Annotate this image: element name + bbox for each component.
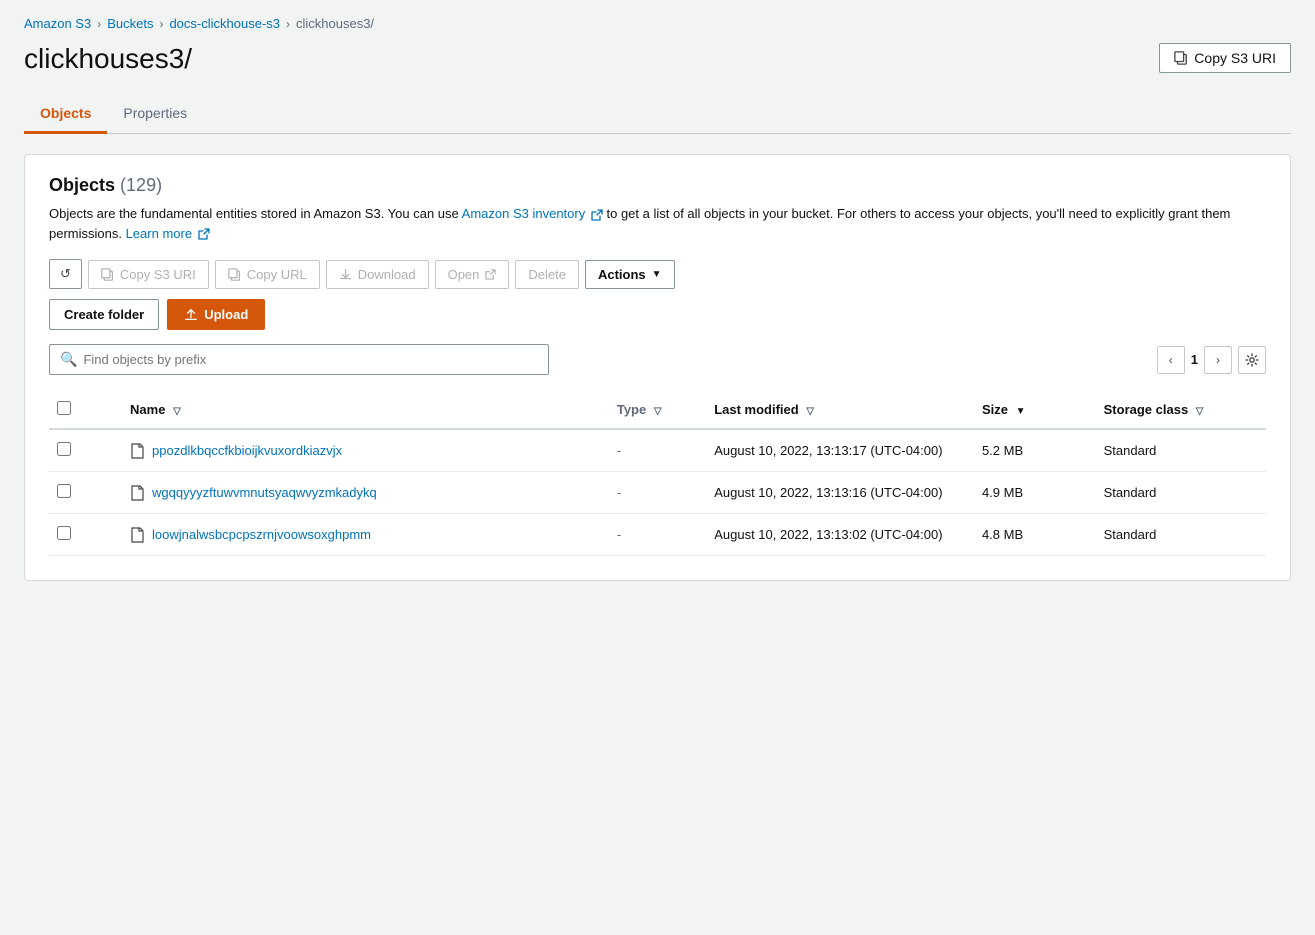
table-settings-button[interactable]	[1238, 346, 1266, 374]
refresh-button[interactable]: ↺	[49, 259, 82, 289]
pagination: ‹ 1 ›	[1157, 346, 1266, 374]
breadcrumb-sep-1: ›	[97, 17, 101, 31]
file-link[interactable]: loowjnalwsbcpcpszrnjvoowsoxghpmm	[152, 527, 371, 542]
name-sort-icon: ▽	[173, 406, 181, 417]
gear-icon	[1245, 353, 1259, 367]
panel-description: Objects are the fundamental entities sto…	[49, 204, 1266, 243]
row-modified-cell: August 10, 2022, 13:13:17 (UTC-04:00)	[706, 429, 974, 472]
select-all-header	[49, 391, 122, 429]
search-row: 🔍 ‹ 1 ›	[49, 344, 1266, 375]
download-button[interactable]: Download	[326, 260, 429, 289]
refresh-icon: ↺	[60, 266, 71, 282]
breadcrumb-buckets[interactable]: Buckets	[107, 16, 153, 31]
pagination-prev-button[interactable]: ‹	[1157, 346, 1185, 374]
search-input[interactable]	[83, 352, 538, 367]
search-icon: 🔍	[60, 351, 77, 368]
row-storage-cell: Standard	[1096, 514, 1266, 556]
row-name-cell: wgqqyyyzftuwvmnutsyaqwvyzmkadykq	[122, 472, 609, 514]
col-header-name[interactable]: Name ▽	[122, 391, 609, 429]
modified-sort-icon: ▽	[806, 406, 814, 417]
create-folder-button[interactable]: Create folder	[49, 299, 159, 330]
breadcrumb-amazon-s3[interactable]: Amazon S3	[24, 16, 91, 31]
col-header-storage[interactable]: Storage class ▽	[1096, 391, 1266, 429]
row-modified-cell: August 10, 2022, 13:13:16 (UTC-04:00)	[706, 472, 974, 514]
copy-s3-uri-button[interactable]: Copy S3 URI	[88, 260, 209, 289]
file-icon	[130, 443, 144, 459]
pagination-page-number: 1	[1191, 352, 1198, 367]
copy-s3-uri-icon	[101, 268, 114, 281]
upload-button[interactable]: Upload	[167, 299, 265, 330]
copy-url-button[interactable]: Copy URL	[215, 260, 320, 289]
row-storage-cell: Standard	[1096, 429, 1266, 472]
objects-table: Name ▽ Type ▽ Last modified ▽ Size ▼	[49, 391, 1266, 556]
table-row: ppozdlkbqccfkbioijkvuxordkiazvjx - Augus…	[49, 429, 1266, 472]
breadcrumb: Amazon S3 › Buckets › docs-clickhouse-s3…	[24, 16, 1291, 31]
toolbar-row1: ↺ Copy S3 URI Copy URL Download Open Del…	[49, 259, 1266, 289]
row-checkbox-cell	[49, 514, 122, 556]
tab-properties[interactable]: Properties	[107, 95, 203, 134]
row-size-cell: 4.9 MB	[974, 472, 1096, 514]
col-header-size[interactable]: Size ▼	[974, 391, 1096, 429]
storage-sort-icon: ▽	[1196, 406, 1204, 417]
col-header-type[interactable]: Type ▽	[609, 391, 706, 429]
panel-title: Objects (129)	[49, 175, 1266, 196]
row-name-cell: loowjnalwsbcpcpszrnjvoowsoxghpmm	[122, 514, 609, 556]
breadcrumb-sep-3: ›	[286, 17, 290, 31]
size-sort-icon: ▼	[1016, 406, 1026, 417]
header-copy-s3-uri-button[interactable]: Copy S3 URI	[1159, 43, 1291, 73]
open-button[interactable]: Open	[435, 260, 510, 289]
row-type-cell: -	[609, 514, 706, 556]
actions-button[interactable]: Actions ▼	[585, 260, 675, 289]
table-row: loowjnalwsbcpcpszrnjvoowsoxghpmm - Augus…	[49, 514, 1266, 556]
row-type-cell: -	[609, 472, 706, 514]
search-box-container: 🔍	[49, 344, 549, 375]
tabs: Objects Properties	[24, 95, 1291, 134]
row-checkbox-0[interactable]	[57, 442, 71, 456]
row-checkbox-1[interactable]	[57, 484, 71, 498]
toolbar-row2: Create folder Upload	[49, 299, 1266, 330]
external-link-icon-2	[198, 228, 210, 240]
actions-chevron-icon: ▼	[652, 269, 662, 280]
panel-count: (129)	[120, 175, 162, 195]
content-panel: Objects (129) Objects are the fundamenta…	[24, 154, 1291, 581]
file-link[interactable]: ppozdlkbqccfkbioijkvuxordkiazvjx	[152, 443, 342, 458]
breadcrumb-current: clickhouses3/	[296, 16, 374, 31]
breadcrumb-sep-2: ›	[159, 17, 163, 31]
row-checkbox-2[interactable]	[57, 526, 71, 540]
s3-inventory-link[interactable]: Amazon S3 inventory	[462, 206, 586, 221]
learn-more-link[interactable]: Learn more	[126, 226, 192, 241]
copy-url-icon	[228, 268, 241, 281]
row-name-cell: ppozdlkbqccfkbioijkvuxordkiazvjx	[122, 429, 609, 472]
copy-icon	[1174, 51, 1188, 65]
upload-icon	[184, 308, 198, 322]
row-storage-cell: Standard	[1096, 472, 1266, 514]
page-title: clickhouses3/	[24, 43, 192, 75]
select-all-checkbox[interactable]	[57, 401, 71, 415]
row-size-cell: 4.8 MB	[974, 514, 1096, 556]
tab-objects[interactable]: Objects	[24, 95, 107, 134]
type-sort-icon: ▽	[654, 406, 662, 417]
row-modified-cell: August 10, 2022, 13:13:02 (UTC-04:00)	[706, 514, 974, 556]
pagination-next-button[interactable]: ›	[1204, 346, 1232, 374]
row-checkbox-cell	[49, 429, 122, 472]
table-row: wgqqyyyzftuwvmnutsyaqwvyzmkadykq - Augus…	[49, 472, 1266, 514]
file-icon	[130, 485, 144, 501]
col-header-modified[interactable]: Last modified ▽	[706, 391, 974, 429]
open-icon	[485, 269, 496, 280]
row-checkbox-cell	[49, 472, 122, 514]
breadcrumb-bucket-name[interactable]: docs-clickhouse-s3	[169, 16, 280, 31]
delete-button[interactable]: Delete	[515, 260, 579, 289]
row-size-cell: 5.2 MB	[974, 429, 1096, 472]
external-link-icon-1	[591, 209, 603, 221]
row-type-cell: -	[609, 429, 706, 472]
file-icon	[130, 527, 144, 543]
page-header: clickhouses3/ Copy S3 URI	[24, 43, 1291, 75]
page-wrapper: Amazon S3 › Buckets › docs-clickhouse-s3…	[0, 0, 1315, 935]
download-icon	[339, 268, 352, 281]
file-link[interactable]: wgqqyyyzftuwvmnutsyaqwvyzmkadykq	[152, 485, 377, 500]
